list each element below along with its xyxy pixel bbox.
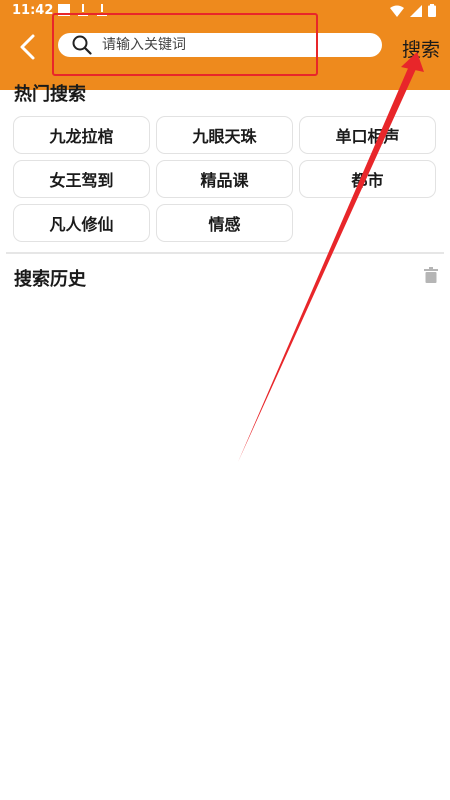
search-box[interactable]: [58, 33, 382, 57]
hot-search-tag[interactable]: 单口相声: [299, 116, 436, 154]
wifi-icon: [390, 5, 404, 17]
hot-search-tags: 九龙拉棺 九眼天珠 单口相声 女王驾到 精品课 都市 凡人修仙 情感: [13, 116, 437, 242]
hot-search-tag[interactable]: 九龙拉棺: [13, 116, 150, 154]
hot-search-tag[interactable]: 精品课: [156, 160, 293, 198]
hot-search-tag[interactable]: 情感: [156, 204, 293, 242]
status-time: 11:42: [12, 3, 54, 18]
notification-icons: [58, 4, 108, 16]
notification-icon: [58, 4, 70, 16]
download-icon: [77, 4, 89, 16]
search-history-title: 搜索历史: [14, 269, 86, 290]
back-button[interactable]: [10, 30, 44, 64]
signal-icon: [410, 4, 422, 17]
status-bar: 11:42: [0, 0, 450, 22]
chevron-left-icon: [20, 34, 35, 60]
system-icons: [390, 4, 436, 17]
battery-icon: [428, 4, 436, 17]
hot-search-tag[interactable]: 都市: [299, 160, 436, 198]
section-divider: [6, 252, 444, 254]
search-icon: [72, 35, 92, 55]
hot-search-tag[interactable]: 凡人修仙: [13, 204, 150, 242]
top-bar: 11:42 搜索: [0, 0, 450, 90]
trash-icon[interactable]: [424, 267, 438, 287]
search-button[interactable]: 搜索: [402, 35, 440, 62]
hot-search-title: 热门搜索: [14, 84, 86, 105]
hot-search-tag[interactable]: 九眼天珠: [156, 116, 293, 154]
download-icon: [96, 4, 108, 16]
search-input[interactable]: [100, 36, 364, 54]
hot-search-tag[interactable]: 女王驾到: [13, 160, 150, 198]
